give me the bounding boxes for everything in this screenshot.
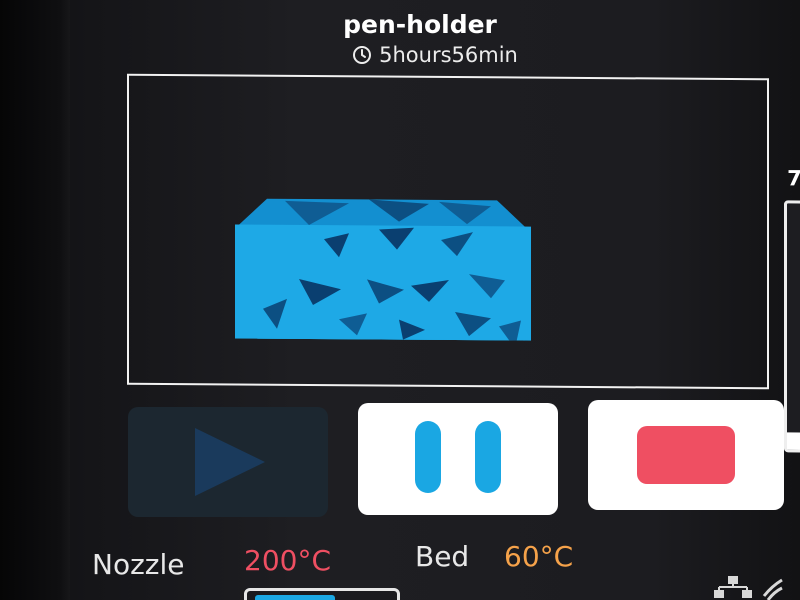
nozzle-label: Nozzle	[92, 548, 185, 581]
job-filename: pen-holder	[343, 10, 497, 39]
nozzle-temperature: 200°C	[244, 544, 331, 577]
pause-icon	[398, 421, 518, 497]
bottom-nav-tab-indicator	[255, 595, 335, 600]
temperature-row: Nozzle 200°C Bed 60°C	[92, 540, 712, 584]
progress-bar	[784, 200, 800, 453]
screen-bezel	[0, 0, 70, 600]
resume-button[interactable]	[128, 407, 328, 517]
play-icon	[195, 428, 265, 496]
printer-screen: pen-holder 5hours56min 7% Nozzle 200°C B…	[0, 0, 800, 600]
bed-temperature: 60°C	[504, 540, 574, 573]
remaining-time-row: 5hours56min	[300, 43, 570, 67]
progress-percent: 7%	[787, 166, 800, 191]
bottom-nav-tab[interactable]	[244, 588, 400, 600]
stop-icon	[637, 426, 735, 484]
progress-bar-fill	[787, 432, 800, 450]
model-preview-frame: 7%	[127, 73, 800, 453]
pause-button[interactable]	[358, 403, 558, 515]
remaining-time: 5hours56min	[379, 43, 518, 67]
clock-icon	[353, 46, 372, 64]
model-preview	[235, 198, 531, 341]
stop-button[interactable]	[588, 400, 784, 510]
network-icon	[714, 576, 783, 600]
bed-label: Bed	[415, 540, 470, 573]
